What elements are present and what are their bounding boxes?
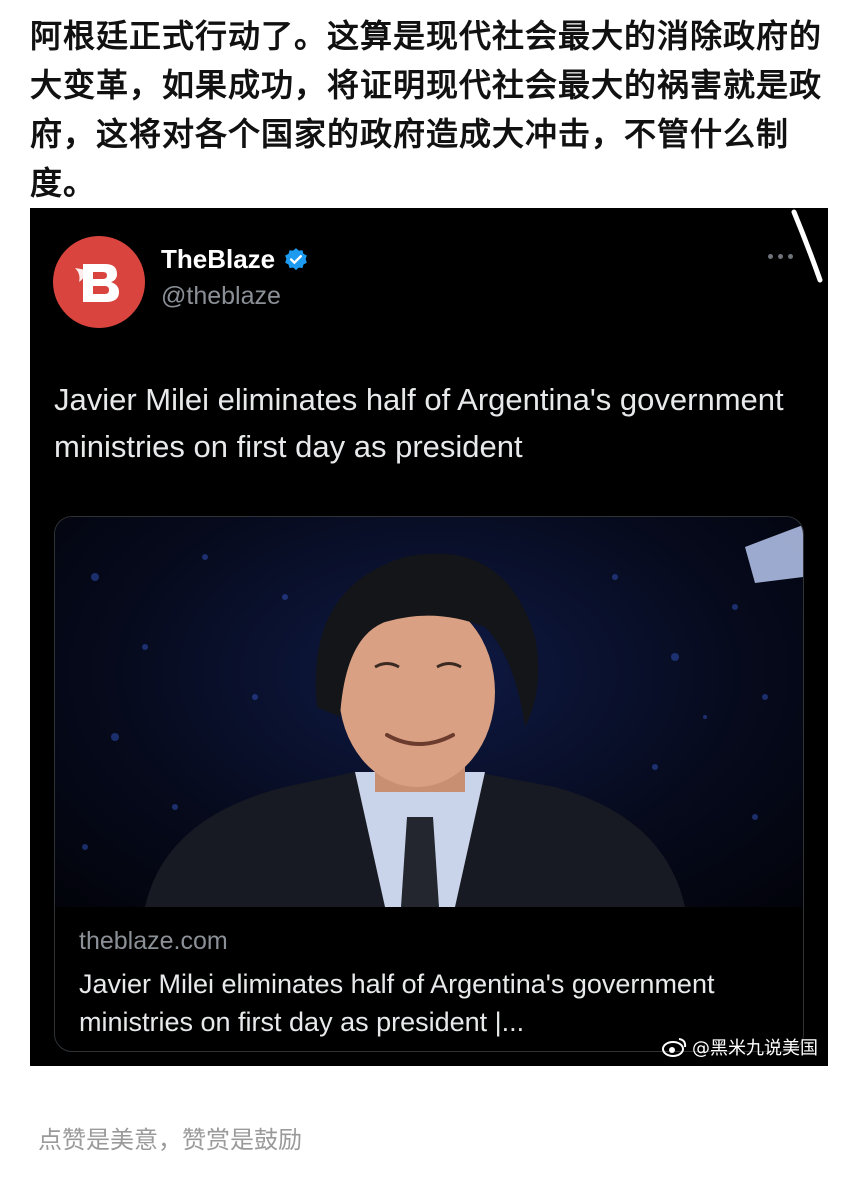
author-handle[interactable]: @theblaze — [161, 282, 281, 311]
verified-badge-icon — [285, 247, 307, 270]
watermark-text: @黑米九说美国 — [692, 1038, 818, 1059]
blaze-logo-icon — [75, 264, 119, 302]
avatar[interactable] — [53, 236, 145, 328]
link-card[interactable]: theblaze.com Javier Milei eliminates hal… — [54, 516, 804, 1052]
watermark: @黑米九说美国 — [662, 1034, 818, 1060]
tweet-headline: Javier Milei eliminates half of Argentin… — [54, 382, 784, 464]
card-domain[interactable]: theblaze.com — [79, 927, 228, 956]
weibo-icon — [662, 1038, 687, 1057]
footer-text: 点赞是美意，赞赏是鼓励 — [38, 1126, 302, 1154]
card-image — [55, 517, 803, 907]
author-name-text[interactable]: TheBlaze — [161, 244, 275, 275]
card-title[interactable]: Javier Milei eliminates half of Argentin… — [79, 965, 789, 1041]
author-name[interactable]: TheBlaze — [161, 244, 309, 275]
portrait-illustration — [82, 525, 803, 907]
tweet-screenshot: TheBlaze @theblaze Javier Milei eliminat… — [30, 208, 828, 1066]
more-options-icon[interactable] — [768, 246, 804, 266]
post-text: 阿根廷正式行动了。这算是现代社会最大的消除政府的大变革，如果成功，将证明现代社会… — [30, 17, 823, 202]
